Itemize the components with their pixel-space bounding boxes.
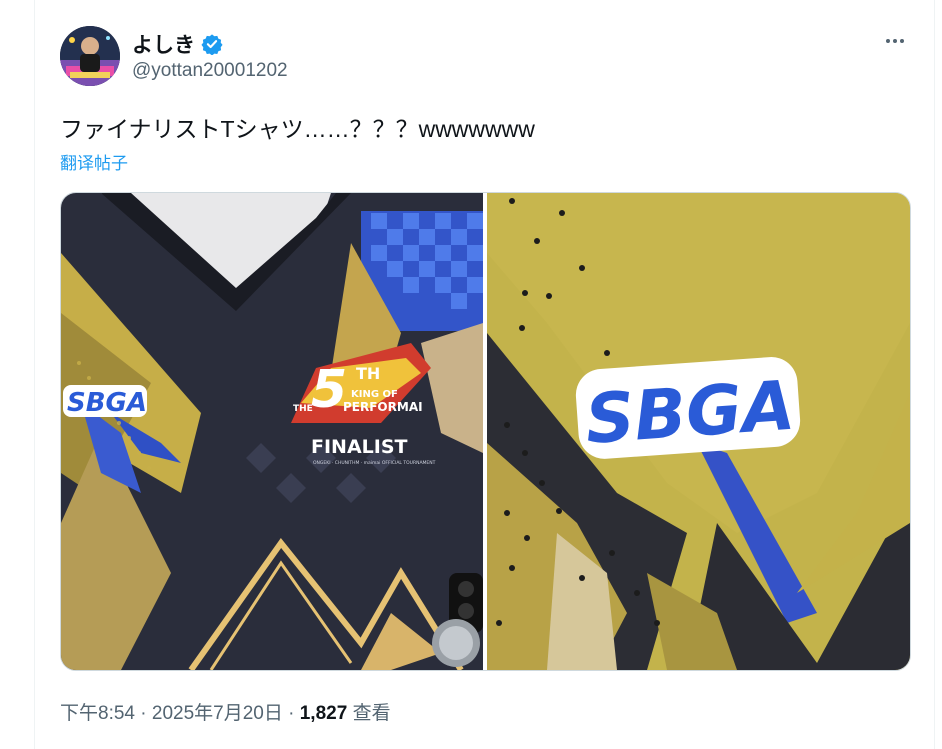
badge-subtitle-label: ONGEKI · CHUNITHM · maimai OFFICIAL TOUR… — [313, 460, 436, 466]
meta-separator: · — [140, 703, 147, 724]
badge-king-label: KING OF — [351, 389, 398, 400]
tweet-meta: 下午8:54 · 2025年7月20日 · 1,827 查看 — [60, 698, 391, 725]
tweet-text: ファイナリストTシャツ……？？？wwwwwww — [60, 116, 535, 142]
svg-text:5: 5 — [311, 360, 347, 420]
author-name-row: よしき — [132, 29, 223, 59]
author-handle[interactable]: @yottan20001202 — [132, 60, 288, 82]
more-dot-icon — [893, 39, 897, 43]
translate-post-link[interactable]: 翻译帖子 — [60, 149, 128, 174]
shirt-front-photo[interactable]: 5 THE TH KING OF PERFORMAI FINALIST ONGE… — [61, 193, 483, 670]
timeline-right-border — [934, 0, 935, 749]
views-label: 查看 — [352, 703, 391, 724]
tweet-time[interactable]: 下午8:54 — [60, 703, 135, 724]
sbga-logo-left: SBGA — [67, 388, 147, 418]
views-count: 1,827 — [299, 703, 348, 724]
shirt-front-image: 5 THE TH KING OF PERFORMAI FINALIST ONGE… — [61, 193, 483, 670]
more-dot-icon — [886, 39, 890, 43]
meta-separator: · — [288, 703, 295, 724]
badge-performai-label: PERFORMAI — [343, 400, 423, 414]
logo-closeup-image: SBGA — [487, 193, 910, 670]
avatar[interactable] — [60, 26, 120, 86]
author-display-name[interactable]: よしき — [132, 29, 195, 59]
sbga-logo-right: SBGA — [583, 367, 797, 460]
more-options-button[interactable] — [878, 26, 912, 56]
logo-closeup-photo[interactable]: SBGA — [487, 193, 910, 670]
finalist-label: FINALIST — [311, 436, 408, 458]
badge-the-label: THE — [293, 404, 313, 414]
media-grid: 5 THE TH KING OF PERFORMAI FINALIST ONGE… — [60, 192, 911, 671]
verified-badge-icon — [201, 34, 223, 55]
more-dot-icon — [900, 39, 904, 43]
profile-photo-icon — [60, 26, 120, 86]
timeline-left-border — [34, 0, 35, 749]
tweet-date[interactable]: 2025年7月20日 — [152, 703, 283, 724]
badge-th-label: TH — [356, 364, 380, 383]
